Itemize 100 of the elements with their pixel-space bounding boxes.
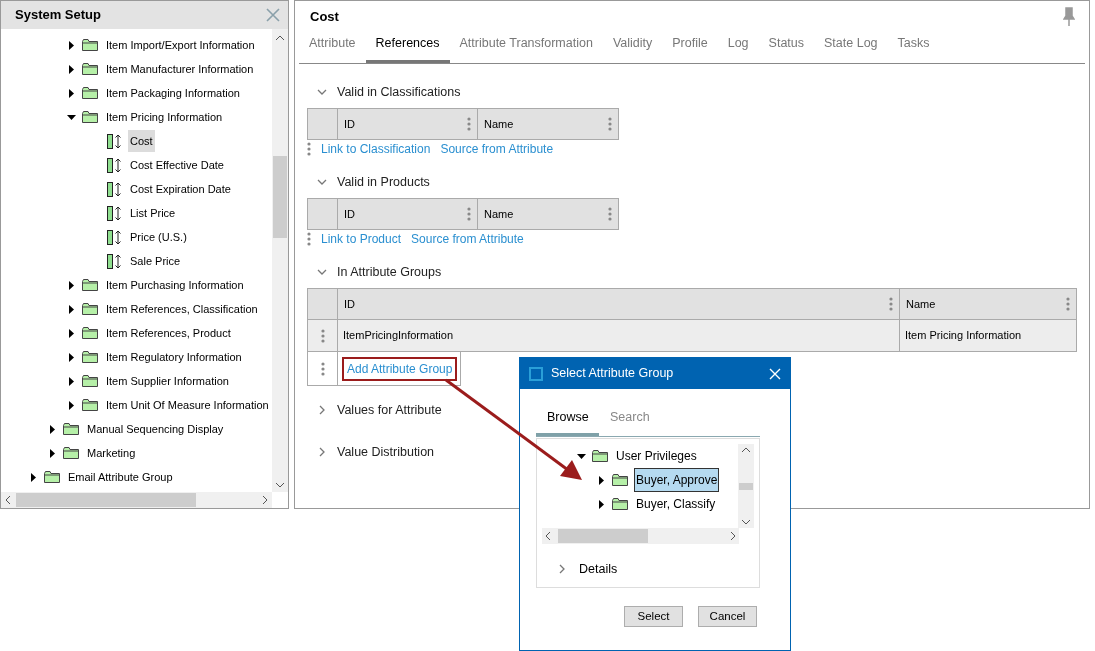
vertical-scrollbar[interactable]	[272, 29, 288, 492]
scroll-left-icon[interactable]	[545, 532, 550, 540]
scroll-right-icon[interactable]	[263, 496, 268, 504]
folder-icon	[82, 63, 98, 75]
chevron-right-icon[interactable]	[557, 564, 567, 575]
tree-item[interactable]: Manual Sequencing Display	[85, 418, 226, 440]
tab[interactable]: Attribute	[309, 27, 366, 63]
tree-item[interactable]: Email Attribute Group	[66, 466, 175, 488]
link[interactable]: Link to Classification	[321, 140, 431, 158]
tab[interactable]: State Log	[814, 27, 888, 63]
scroll-down-icon[interactable]	[276, 483, 284, 488]
tree-item[interactable]: User Privileges	[614, 444, 699, 468]
collapse-triangle-icon[interactable]	[577, 451, 586, 461]
chevron-right-icon[interactable]	[317, 447, 327, 457]
tree-item[interactable]: Item Packaging Information	[104, 82, 242, 104]
tree-item[interactable]: Item Import/Export Information	[104, 34, 257, 56]
dialog-title: Select Attribute Group	[551, 365, 675, 383]
expand-triangle-icon[interactable]	[29, 472, 38, 482]
tree-item[interactable]: Buyer, Approve	[634, 468, 720, 492]
pin-icon[interactable]	[1063, 6, 1075, 27]
row-handle-icon[interactable]	[307, 142, 311, 156]
vertical-scrollbar[interactable]	[738, 444, 754, 528]
editor-title: Cost	[310, 7, 339, 26]
column-menu-icon[interactable]	[467, 117, 471, 131]
tree-item[interactable]: Item Purchasing Information	[104, 274, 246, 296]
expand-triangle-icon[interactable]	[67, 280, 76, 290]
scroll-left-icon[interactable]	[5, 496, 10, 504]
tree-item[interactable]: Item Supplier Information	[104, 370, 231, 392]
expand-triangle-icon[interactable]	[67, 376, 76, 386]
tree-item[interactable]: Cost	[128, 130, 155, 152]
tab[interactable]: Validity	[602, 27, 663, 63]
scroll-right-icon[interactable]	[731, 532, 736, 540]
row-handle-icon[interactable]	[320, 328, 325, 343]
tree-item[interactable]: Cost Expiration Date	[128, 178, 233, 200]
tree-item[interactable]: Item Unit Of Measure Information	[104, 394, 271, 416]
section-title: Valid in Products	[337, 173, 430, 191]
chevron-down-icon[interactable]	[317, 177, 327, 187]
scrollbar-thumb[interactable]	[558, 529, 648, 543]
tab[interactable]: References	[365, 27, 450, 63]
details-toggle[interactable]: Details	[579, 560, 618, 579]
scrollbar-thumb[interactable]	[739, 482, 753, 490]
link[interactable]: Link to Product	[321, 230, 402, 248]
tree-item[interactable]: Cost Effective Date	[128, 154, 226, 176]
expand-triangle-icon[interactable]	[67, 328, 76, 338]
collapse-triangle-icon[interactable]	[67, 112, 76, 122]
expand-triangle-icon[interactable]	[67, 64, 76, 74]
dialog-button[interactable]: Cancel	[698, 606, 757, 627]
tree-item[interactable]: List Price	[128, 202, 178, 224]
expand-triangle-icon[interactable]	[67, 352, 76, 362]
horizontal-scrollbar[interactable]	[542, 528, 739, 544]
tree-item[interactable]: Marketing	[85, 442, 138, 464]
tab[interactable]: Log	[717, 27, 759, 63]
expand-triangle-icon[interactable]	[67, 88, 76, 98]
column-menu-icon[interactable]	[467, 207, 471, 221]
scrollbar-thumb[interactable]	[273, 156, 287, 238]
column-header: ID	[344, 116, 355, 132]
tab[interactable]: Browse	[536, 401, 599, 436]
expand-triangle-icon[interactable]	[67, 400, 76, 410]
expand-triangle-icon[interactable]	[67, 40, 76, 50]
chevron-down-icon[interactable]	[317, 87, 327, 97]
tree-item[interactable]: Item Pricing Information	[104, 106, 225, 128]
tree-item[interactable]: Item References, Classification	[104, 298, 260, 320]
tree-item[interactable]: Buyer, Classify	[634, 492, 718, 516]
column-header: ID	[344, 296, 355, 312]
attribute-icon	[107, 157, 122, 173]
chevron-right-icon[interactable]	[317, 405, 327, 415]
tree-item[interactable]: Item Regulatory Information	[104, 346, 244, 368]
row-handle-icon[interactable]	[307, 232, 311, 246]
table-cell-text: ItemPricingInformation	[343, 328, 454, 344]
row-handle-icon[interactable]	[320, 361, 325, 376]
horizontal-scrollbar[interactable]	[1, 492, 272, 508]
section-title: Value Distribution	[337, 443, 435, 461]
tree-item[interactable]: Item Manufacturer Information	[104, 58, 256, 80]
link[interactable]: Source from Attribute	[440, 140, 554, 158]
add-attribute-group-link[interactable]: Add Attribute Group	[342, 356, 458, 381]
column-menu-icon[interactable]	[1066, 297, 1070, 311]
chevron-down-icon[interactable]	[317, 267, 327, 277]
expand-triangle-icon[interactable]	[48, 424, 57, 434]
folder-icon	[44, 471, 60, 483]
column-menu-icon[interactable]	[889, 297, 893, 311]
tab[interactable]: Profile	[662, 27, 718, 63]
scroll-up-icon[interactable]	[276, 35, 284, 40]
link[interactable]: Source from Attribute	[411, 230, 524, 248]
column-menu-icon[interactable]	[608, 207, 612, 221]
scroll-up-icon[interactable]	[742, 447, 750, 452]
expand-triangle-icon[interactable]	[67, 304, 76, 314]
tab[interactable]: Search	[599, 401, 661, 436]
expand-triangle-icon[interactable]	[597, 475, 606, 485]
tab[interactable]: Status	[758, 27, 814, 63]
expand-triangle-icon[interactable]	[597, 499, 606, 509]
tab[interactable]: Attribute Transformation	[449, 27, 603, 63]
tab[interactable]: Tasks	[887, 27, 940, 63]
expand-triangle-icon[interactable]	[48, 448, 57, 458]
tree-item[interactable]: Item References, Product	[104, 322, 233, 344]
column-menu-icon[interactable]	[608, 117, 612, 131]
tree-item[interactable]: Price (U.S.)	[128, 226, 189, 248]
scrollbar-thumb[interactable]	[16, 493, 196, 507]
tree-item[interactable]: Sale Price	[128, 250, 183, 272]
dialog-button[interactable]: Select	[624, 606, 683, 627]
scroll-down-icon[interactable]	[742, 520, 750, 525]
